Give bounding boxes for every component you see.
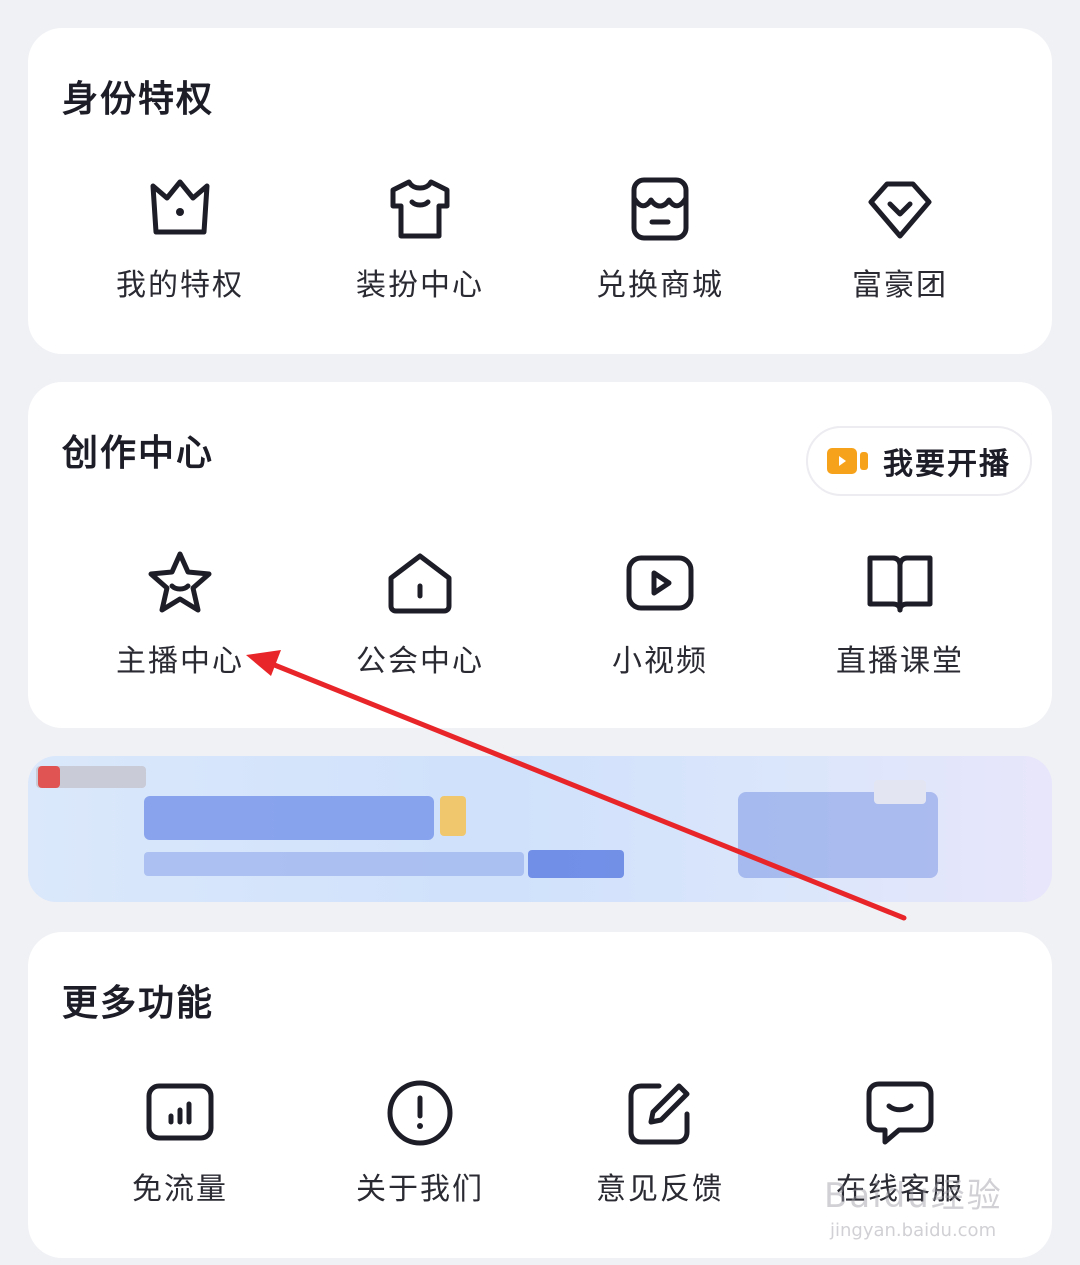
identity-grid: 我的特权 装扮中心 兑换商城 富豪团: [60, 174, 1020, 344]
menu-item-label: 我的特权: [116, 268, 244, 303]
signal-bars-icon: [145, 1078, 215, 1148]
star-icon: [145, 548, 215, 618]
info-icon: [385, 1078, 455, 1148]
banner-subline-tag-blur: [528, 850, 624, 878]
menu-item-label: 直播课堂: [836, 644, 964, 679]
section-title: 创作中心: [62, 433, 215, 474]
menu-item-feedback[interactable]: 意见反馈: [540, 1078, 780, 1248]
promo-banner[interactable]: [28, 756, 1052, 902]
menu-item-exchange-store[interactable]: 兑换商城: [540, 174, 780, 344]
watermark-brand: Baidu经验: [824, 1176, 1003, 1216]
menu-item-live-class[interactable]: 直播课堂: [780, 548, 1020, 718]
diamond-icon: [865, 174, 935, 244]
banner-corner-blur: [874, 780, 926, 804]
book-icon: [865, 548, 935, 618]
menu-item-label: 主播中心: [116, 644, 244, 679]
menu-item-label: 关于我们: [356, 1172, 484, 1207]
menu-item-label: 富豪团: [852, 268, 948, 303]
chat-icon: [865, 1078, 935, 1148]
menu-item-guild-center[interactable]: 公会中心: [300, 548, 540, 718]
store-icon: [625, 174, 695, 244]
menu-item-anchor-center[interactable]: 主播中心: [60, 548, 300, 718]
play-icon: [625, 548, 695, 618]
creation-card: 创作中心 我要开播 主播中心 公会中心 小视频 直播课堂: [28, 382, 1052, 728]
menu-item-short-video[interactable]: 小视频: [540, 548, 780, 718]
menu-item-label: 免流量: [132, 1172, 228, 1207]
video-camera-icon: [827, 448, 871, 474]
menu-item-free-data[interactable]: 免流量: [60, 1078, 300, 1248]
banner-accent-blur: [440, 796, 466, 836]
menu-item-label: 小视频: [612, 644, 708, 679]
baidu-jingyan-watermark: Baidu经验 jingyan.baidu.com: [824, 1150, 1034, 1246]
creation-grid: 主播中心 公会中心 小视频 直播课堂: [60, 548, 1020, 718]
banner-subline-blur: [144, 852, 524, 876]
menu-item-label: 兑换商城: [596, 268, 724, 303]
tshirt-icon: [385, 174, 455, 244]
crown-icon: [145, 174, 215, 244]
menu-item-dress-up[interactable]: 装扮中心: [300, 174, 540, 344]
menu-item-label: 意见反馈: [596, 1172, 724, 1207]
menu-item-label: 装扮中心: [356, 268, 484, 303]
menu-item-label: 公会中心: [356, 644, 484, 679]
menu-item-rich-club[interactable]: 富豪团: [780, 174, 1020, 344]
identity-card: 身份特权 我的特权 装扮中心 兑换商城 富豪团: [28, 28, 1052, 354]
banner-badge-dot: [38, 766, 60, 788]
section-title: 身份特权: [62, 79, 215, 120]
watermark-url: jingyan.baidu.com: [830, 1220, 997, 1241]
banner-headline-blur: [144, 796, 434, 840]
menu-item-my-privilege[interactable]: 我的特权: [60, 174, 300, 344]
start-live-label: 我要开播: [883, 447, 1011, 482]
start-live-button[interactable]: 我要开播: [806, 426, 1032, 496]
section-title: 更多功能: [62, 983, 215, 1024]
banner-number-blur: [738, 792, 938, 878]
edit-icon: [625, 1078, 695, 1148]
menu-item-about-us[interactable]: 关于我们: [300, 1078, 540, 1248]
house-icon: [385, 548, 455, 618]
